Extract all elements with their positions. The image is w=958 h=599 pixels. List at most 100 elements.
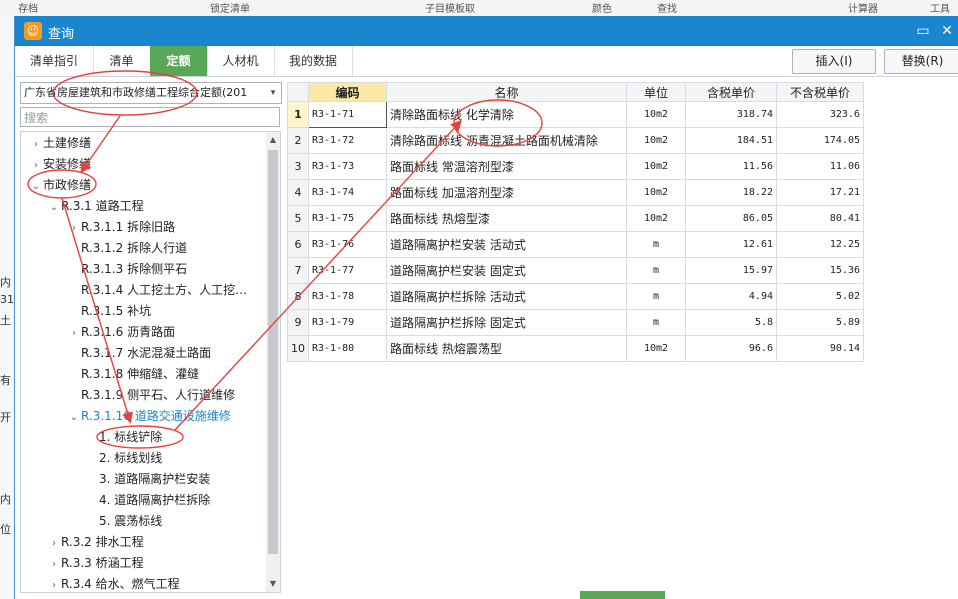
quota-code[interactable]: R3-1-73 [308, 153, 387, 180]
row-number[interactable]: 6 [287, 231, 309, 258]
scroll-up-icon[interactable]: ▲ [266, 132, 280, 148]
quota-library-select[interactable]: 广东省房屋建筑和市政修缮工程综合定额(201 ▾ [20, 82, 282, 104]
tree-node[interactable]: ⌄ R.3.1.10 道路交通设施维修 [67, 406, 231, 426]
price-without-tax[interactable]: 5.89 [776, 309, 864, 336]
quota-code[interactable]: R3-1-78 [308, 283, 387, 310]
tree-scrollbar[interactable]: ▲ ▼ [266, 131, 281, 593]
quota-name[interactable]: 道路隔离护栏安装 活动式 [386, 231, 627, 258]
table-row[interactable]: 4 R3-1-74 路面标线 加温溶剂型漆 10m2 18.22 17.21 [287, 179, 864, 206]
tree-node[interactable]: 2. 标线划线 [85, 448, 162, 468]
scrollbar-thumb[interactable] [268, 150, 278, 554]
quota-unit[interactable]: m [626, 309, 686, 336]
quota-name[interactable]: 路面标线 常温溶剂型漆 [386, 153, 627, 180]
header-price-tax[interactable]: 含税单价 [685, 82, 777, 102]
price-with-tax[interactable]: 18.22 [685, 179, 777, 206]
quota-name[interactable]: 道路隔离护栏拆除 活动式 [386, 283, 627, 310]
tree-node[interactable]: 1. 标线铲除 [85, 427, 162, 447]
tree-node[interactable]: › R.3.4 给水、燃气工程 [47, 574, 180, 592]
quota-name[interactable]: 道路隔离护栏拆除 固定式 [386, 309, 627, 336]
tree-node[interactable]: 4. 道路隔离护栏拆除 [85, 490, 210, 510]
quota-unit[interactable]: 10m2 [626, 153, 686, 180]
tree-node[interactable]: R.3.1.5 补坑 [67, 301, 151, 321]
tree-node[interactable]: › R.3.1.6 沥青路面 [67, 322, 175, 342]
collapsed-chevron-icon[interactable]: › [29, 156, 43, 176]
row-number[interactable]: 1 [287, 101, 309, 128]
table-row[interactable]: 5 R3-1-75 路面标线 热熔型漆 10m2 86.05 80.41 [287, 205, 864, 232]
search-input[interactable]: 搜索 [20, 107, 280, 127]
tab-my-data[interactable]: 我的数据 [274, 46, 353, 76]
row-number[interactable]: 8 [287, 283, 309, 310]
scroll-down-icon[interactable]: ▼ [266, 576, 280, 592]
quota-code[interactable]: R3-1-72 [308, 127, 387, 154]
tree-node[interactable]: ⌄ R.3.1 道路工程 [47, 196, 144, 216]
price-with-tax[interactable]: 4.94 [685, 283, 777, 310]
quota-name[interactable]: 路面标线 热熔型漆 [386, 205, 627, 232]
quota-name[interactable]: 清除路面标线 化学清除 [386, 101, 627, 128]
row-number[interactable]: 5 [287, 205, 309, 232]
tree-node[interactable]: R.3.1.8 伸缩缝、灌缝 [67, 364, 199, 384]
tree-node[interactable]: › 土建修缮 [29, 133, 91, 153]
table-row[interactable]: 7 R3-1-77 道路隔离护栏安装 固定式 m 15.97 15.36 [287, 257, 864, 284]
table-row[interactable]: 8 R3-1-78 道路隔离护栏拆除 活动式 m 4.94 5.02 [287, 283, 864, 310]
table-row[interactable]: 2 R3-1-72 清除路面标线 沥青混凝土路面机械清除 10m2 184.51 174.… [287, 127, 864, 154]
quota-name[interactable]: 道路隔离护栏安装 固定式 [386, 257, 627, 284]
quota-code[interactable]: R3-1-75 [308, 205, 387, 232]
tree-node[interactable]: ⌄ 市政修缮 [29, 175, 91, 195]
quota-name[interactable]: 路面标线 加温溶剂型漆 [386, 179, 627, 206]
replace-button[interactable]: 替换(R) [884, 49, 958, 74]
insert-button[interactable]: 插入(I) [792, 49, 876, 74]
dialog-titlebar[interactable]: ☺ 查询 ▭ ✕ [15, 16, 958, 46]
row-number[interactable]: 2 [287, 127, 309, 154]
maximize-button[interactable]: ▭ [913, 21, 933, 41]
row-number[interactable]: 10 [287, 335, 309, 362]
table-row[interactable]: 10 R3-1-80 路面标线 热熔震荡型 10m2 96.6 90.14 [287, 335, 864, 362]
table-row[interactable]: 1 R3-1-71 清除路面标线 化学清除 10m2 318.74 323.6 [287, 101, 864, 128]
quota-unit[interactable]: 10m2 [626, 101, 686, 128]
price-without-tax[interactable]: 11.06 [776, 153, 864, 180]
collapsed-chevron-icon[interactable]: › [67, 324, 81, 344]
header-name[interactable]: 名称 [386, 82, 627, 102]
tree-node[interactable]: 5. 震荡标线 [85, 511, 162, 531]
tree-node[interactable]: › R.3.3 桥涵工程 [47, 553, 144, 573]
tree-node[interactable]: › R.3.2 排水工程 [47, 532, 144, 552]
table-row[interactable]: 9 R3-1-79 道路隔离护栏拆除 固定式 m 5.8 5.89 [287, 309, 864, 336]
quota-unit[interactable]: m [626, 257, 686, 284]
quota-code[interactable]: R3-1-74 [308, 179, 387, 206]
tree-node[interactable]: R.3.1.3 拆除侧平石 [67, 259, 187, 279]
tab-qingdan[interactable]: 清单 [93, 46, 151, 76]
price-with-tax[interactable]: 12.61 [685, 231, 777, 258]
price-without-tax[interactable]: 323.6 [776, 101, 864, 128]
row-number[interactable]: 7 [287, 257, 309, 284]
quota-unit[interactable]: 10m2 [626, 179, 686, 206]
collapsed-chevron-icon[interactable]: › [47, 555, 61, 575]
close-button[interactable]: ✕ [937, 21, 957, 41]
table-row[interactable]: 3 R3-1-73 路面标线 常温溶剂型漆 10m2 11.56 11.06 [287, 153, 864, 180]
price-without-tax[interactable]: 5.02 [776, 283, 864, 310]
quota-code[interactable]: R3-1-80 [308, 335, 387, 362]
collapsed-chevron-icon[interactable]: › [67, 219, 81, 239]
row-number[interactable]: 9 [287, 309, 309, 336]
collapsed-chevron-icon[interactable]: › [29, 135, 43, 155]
expanded-chevron-icon[interactable]: ⌄ [67, 408, 81, 428]
price-without-tax[interactable]: 12.25 [776, 231, 864, 258]
header-price-notax[interactable]: 不含税单价 [776, 82, 864, 102]
price-with-tax[interactable]: 318.74 [685, 101, 777, 128]
price-with-tax[interactable]: 184.51 [685, 127, 777, 154]
quota-unit[interactable]: 10m2 [626, 205, 686, 232]
price-without-tax[interactable]: 15.36 [776, 257, 864, 284]
price-without-tax[interactable]: 90.14 [776, 335, 864, 362]
price-with-tax[interactable]: 86.05 [685, 205, 777, 232]
tree-node[interactable]: › R.3.1.1 拆除旧路 [67, 217, 175, 237]
tab-dinge[interactable]: 定额 [150, 46, 208, 76]
price-with-tax[interactable]: 15.97 [685, 257, 777, 284]
expanded-chevron-icon[interactable]: ⌄ [47, 198, 61, 218]
row-number[interactable]: 4 [287, 179, 309, 206]
tab-rencaiji[interactable]: 人材机 [207, 46, 275, 76]
tab-qingdan-guide[interactable]: 清单指引 [15, 46, 94, 76]
collapsed-chevron-icon[interactable]: › [47, 534, 61, 554]
price-with-tax[interactable]: 96.6 [685, 335, 777, 362]
quota-unit[interactable]: 10m2 [626, 335, 686, 362]
quota-code[interactable]: R3-1-71 [308, 101, 387, 128]
header-code[interactable]: 编码 [308, 82, 387, 102]
quota-name[interactable]: 路面标线 热熔震荡型 [386, 335, 627, 362]
